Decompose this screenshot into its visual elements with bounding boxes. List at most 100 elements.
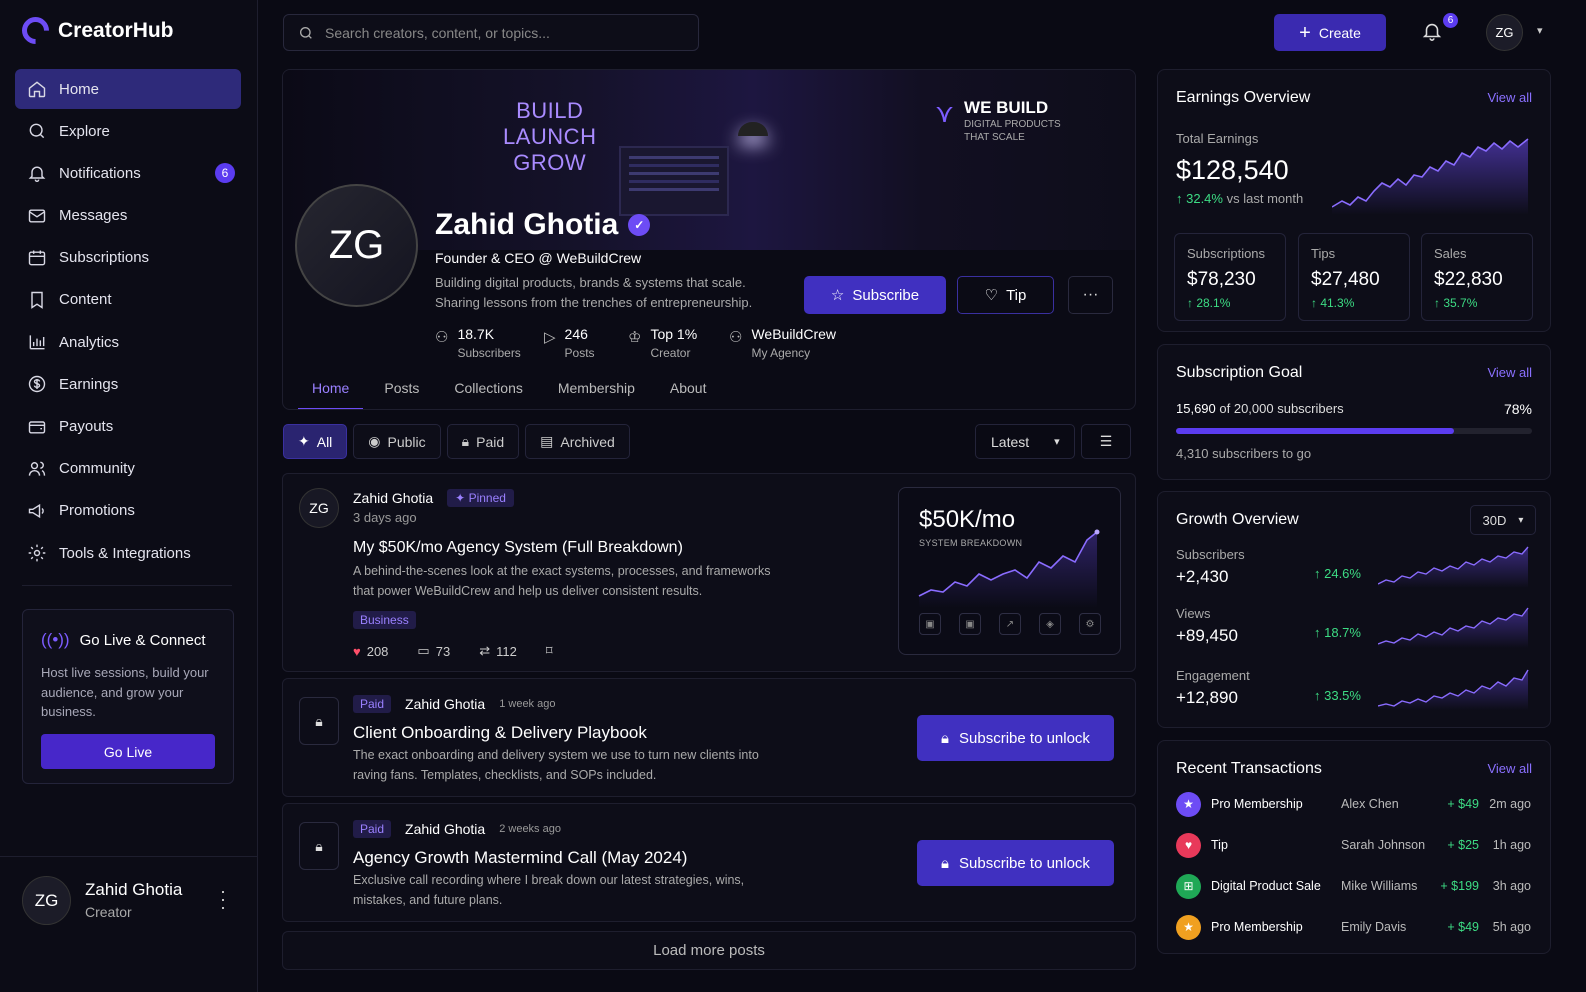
post-author[interactable]: Zahid Ghotia (405, 821, 485, 837)
earnings-overview-card: Earnings Overview View all Total Earning… (1157, 69, 1551, 332)
stat-value: 246 (564, 326, 588, 342)
stat-rank: ♔ Top 1% Creator (628, 326, 729, 360)
sidebar-item-messages[interactable]: Messages (15, 196, 241, 236)
stat-agency[interactable]: ⚇ WeBuildCrew My Agency (729, 326, 836, 360)
tab-home[interactable]: Home (298, 380, 364, 409)
filter-label: All (316, 433, 333, 450)
more-horizontal-icon: ··· (1082, 286, 1099, 303)
transaction-amount: + $199 (1440, 879, 1479, 893)
chevron-down-icon[interactable]: ▾ (1537, 24, 1543, 37)
subscribe-to-unlock-button[interactable]: 🔒︎ Subscribe to unlock (917, 840, 1114, 886)
tip-button[interactable]: ♡ Tip (957, 276, 1054, 314)
like-button[interactable]: ♥ 208 (353, 643, 388, 659)
sidebar-item-home[interactable]: Home (15, 69, 241, 109)
goal-remaining: 4,310 subscribers to go (1176, 446, 1312, 461)
sidebar-item-label: Notifications (59, 164, 141, 182)
stat-label: Posts (564, 346, 595, 360)
post-card-locked[interactable]: 🔒︎ Paid Zahid Ghotia 2 weeks ago Agency … (282, 803, 1136, 922)
subscribe-button[interactable]: ☆ Subscribe (804, 276, 946, 314)
doc-icon: ▣ (919, 613, 941, 635)
subscribe-to-unlock-button[interactable]: 🔒︎ Subscribe to unlock (917, 715, 1114, 761)
lock-icon: 🔒︎ (461, 433, 470, 449)
profile-tagline: Founder & CEO @ WeBuildCrew (435, 250, 642, 266)
transaction-row[interactable]: ♥ Tip Sarah Johnson + $25 1h ago (1176, 832, 1536, 858)
sidebar-item-analytics[interactable]: Analytics (15, 322, 241, 362)
like-count: 208 (366, 643, 389, 659)
profile-name: Zahid Ghotia (435, 208, 619, 241)
post-time: 3 days ago (353, 510, 417, 525)
users-icon (28, 461, 46, 476)
period-select[interactable]: 30D ▾ (1470, 505, 1536, 535)
view-all-link[interactable]: View all (1487, 761, 1532, 776)
bookmark-button[interactable]: ⌑ (546, 643, 553, 659)
more-options-button[interactable]: ··· (1068, 276, 1113, 314)
list-icon: ☰ (1099, 433, 1113, 449)
more-vertical-icon[interactable]: · · · (220, 882, 226, 916)
metric-label: Views (1176, 606, 1211, 621)
load-more-button[interactable]: Load more posts (282, 931, 1136, 970)
sidebar-item-explore[interactable]: Explore (15, 111, 241, 151)
bookmark-icon: ⌑ (545, 643, 553, 658)
sidebar-item-label: Earnings (59, 375, 119, 393)
sidebar-item-content[interactable]: Content (15, 280, 241, 320)
filter-archived[interactable]: ▤ Archived (525, 424, 630, 459)
sidebar-item-earnings[interactable]: Earnings (15, 364, 241, 404)
filter-paid[interactable]: 🔒︎ Paid (446, 424, 520, 459)
transaction-name: Emily Davis (1341, 920, 1407, 934)
post-title[interactable]: Agency Growth Mastermind Call (May 2024) (353, 848, 687, 868)
post-tag[interactable]: Business (353, 611, 416, 629)
sort-select[interactable]: Latest ▾ (975, 424, 1075, 459)
tab-about[interactable]: About (656, 380, 721, 409)
sidebar-item-community[interactable]: Community (15, 449, 241, 489)
earnings-tips: Tips $27,480 ↑ 41.3% (1298, 233, 1410, 321)
filter-all[interactable]: ✦ All (283, 424, 348, 459)
sidebar-item-label: Content (59, 291, 112, 309)
post-preview-image[interactable]: $50K/mo SYSTEM BREAKDOWN ▣ ▣ ↗ ◈ ⚙ (898, 487, 1121, 655)
go-live-button[interactable]: Go Live (41, 734, 215, 769)
sidebar-item-tools[interactable]: Tools & Integrations (15, 533, 241, 573)
transaction-row[interactable]: ★ Pro Membership Alex Chen + $49 2m ago (1176, 791, 1536, 817)
search-input[interactable]: Search creators, content, or topics... (283, 14, 699, 51)
comment-button[interactable]: ▭ 73 (417, 643, 450, 659)
sidebar-item-promotions[interactable]: Promotions (15, 491, 241, 531)
sidebar-item-payouts[interactable]: Payouts (15, 407, 241, 447)
post-card-pinned[interactable]: ZG Zahid Ghotia ✦ Pinned 3 days ago My $… (282, 473, 1136, 672)
filter-label: Archived (560, 433, 615, 450)
list-view-button[interactable]: ☰ (1081, 424, 1131, 459)
notification-badge: 6 (1443, 13, 1458, 28)
chevron-down-icon: ▾ (1518, 514, 1524, 526)
current-user[interactable]: ZG Zahid Ghotia Creator · · · (0, 856, 257, 992)
metric-change: ↑ 18.7% (1314, 625, 1361, 640)
view-all-link[interactable]: View all (1487, 365, 1532, 380)
earnings-sales: Sales $22,830 ↑ 35.7% (1421, 233, 1533, 321)
tab-membership[interactable]: Membership (544, 380, 649, 409)
post-author[interactable]: Zahid Ghotia (405, 696, 485, 712)
paid-badge: Paid (353, 695, 392, 713)
paid-badge: Paid (353, 820, 392, 838)
sidebar-item-notifications[interactable]: Notifications 6 (15, 153, 241, 193)
banner-line: GROW (513, 150, 587, 175)
logo[interactable]: CreatorHub (16, 11, 174, 50)
transaction-type: Digital Product Sale (1211, 879, 1321, 893)
transaction-row[interactable]: ★ Pro Membership Emily Davis + $49 5h ag… (1176, 914, 1536, 940)
create-button[interactable]: + Create (1274, 14, 1386, 51)
transaction-row[interactable]: ⊞ Digital Product Sale Mike Williams + $… (1176, 873, 1536, 899)
post-title[interactable]: My $50K/mo Agency System (Full Breakdown… (353, 539, 683, 557)
tab-collections[interactable]: Collections (440, 380, 536, 409)
post-card-locked[interactable]: 🔒︎ Paid Zahid Ghotia 1 week ago Client O… (282, 678, 1136, 797)
metric-change: ↑ 33.5% (1314, 688, 1361, 703)
post-title[interactable]: Client Onboarding & Delivery Playbook (353, 723, 647, 743)
go-live-title: Go Live & Connect (79, 631, 206, 649)
post-author[interactable]: Zahid Ghotia (353, 490, 433, 506)
view-all-link[interactable]: View all (1487, 90, 1532, 105)
tab-posts[interactable]: Posts (370, 380, 433, 409)
notifications-button[interactable] (1421, 20, 1445, 44)
card-title: Subscription Goal (1176, 364, 1303, 381)
repost-button[interactable]: ⇄ 112 (479, 643, 517, 659)
sidebar-item-subscriptions[interactable]: Subscriptions (15, 238, 241, 278)
avatar[interactable]: ZG (1486, 14, 1523, 51)
crown-icon: ♔ (628, 329, 642, 346)
profile-bio: Building digital products, brands & syst… (435, 275, 753, 310)
filter-public[interactable]: ◉ Public (353, 424, 441, 459)
bell-icon (28, 166, 46, 183)
